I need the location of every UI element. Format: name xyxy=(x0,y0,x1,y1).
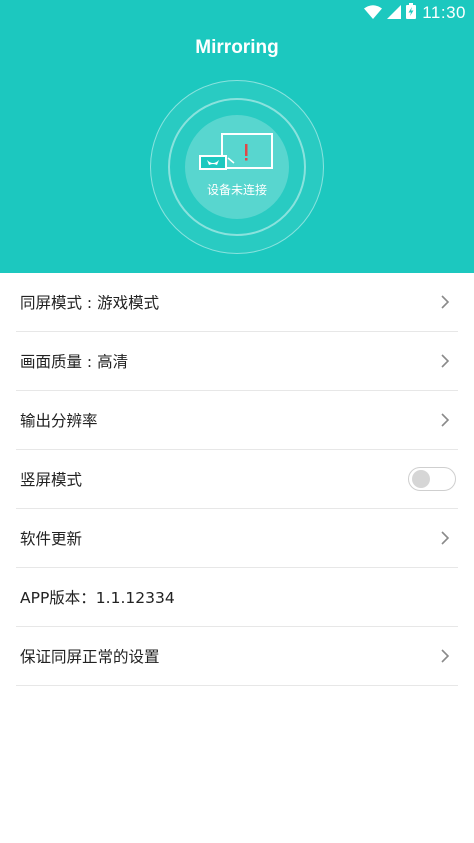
battery-charging-icon xyxy=(406,3,417,23)
header: 11:30 Mirroring 设备未连接 xyxy=(0,0,474,273)
chevron-right-icon xyxy=(436,293,454,311)
settings-list: 同屏模式 : 游戏模式 画面质量 : 高清 输出分辨率 竖屏模式 软件更新 AP… xyxy=(0,273,474,686)
settings-item-output-resolution[interactable]: 输出分辨率 xyxy=(16,391,458,450)
settings-item-picture-quality[interactable]: 画面质量 : 高清 xyxy=(16,332,458,391)
settings-item-mirror-mode[interactable]: 同屏模式 : 游戏模式 xyxy=(16,273,458,332)
portrait-mode-toggle[interactable] xyxy=(408,467,456,491)
settings-item-label: 画面质量 : 高清 xyxy=(20,353,129,371)
settings-item-app-version: APP版本：1.1.12334 xyxy=(16,568,458,627)
chevron-right-icon xyxy=(436,529,454,547)
settings-item-label: 软件更新 xyxy=(20,530,83,548)
connection-status: 设备未连接 xyxy=(206,183,267,197)
status-icons xyxy=(364,3,417,23)
signal-icon xyxy=(387,4,402,23)
settings-item-label: 竖屏模式 xyxy=(20,471,83,489)
status-bar: 11:30 xyxy=(0,0,474,26)
wifi-icon xyxy=(364,4,383,23)
page-title: Mirroring xyxy=(195,37,279,58)
chevron-right-icon xyxy=(436,647,454,665)
settings-item-label: 输出分辨率 xyxy=(20,412,98,430)
settings-item-portrait-mode: 竖屏模式 xyxy=(16,450,458,509)
screen-mirroring-icon xyxy=(198,132,278,180)
settings-item-label: 保证同屏正常的设置 xyxy=(20,648,160,666)
chevron-right-icon xyxy=(436,352,454,370)
settings-item-software-update[interactable]: 软件更新 xyxy=(16,509,458,568)
settings-item-label: 同屏模式 : 游戏模式 xyxy=(20,294,160,312)
status-time: 11:30 xyxy=(422,3,466,22)
toggle-knob xyxy=(412,470,430,488)
settings-item-mirror-guide[interactable]: 保证同屏正常的设置 xyxy=(16,627,458,686)
chevron-right-icon xyxy=(436,411,454,429)
app-version-text: APP版本：1.1.12334 xyxy=(20,589,175,607)
